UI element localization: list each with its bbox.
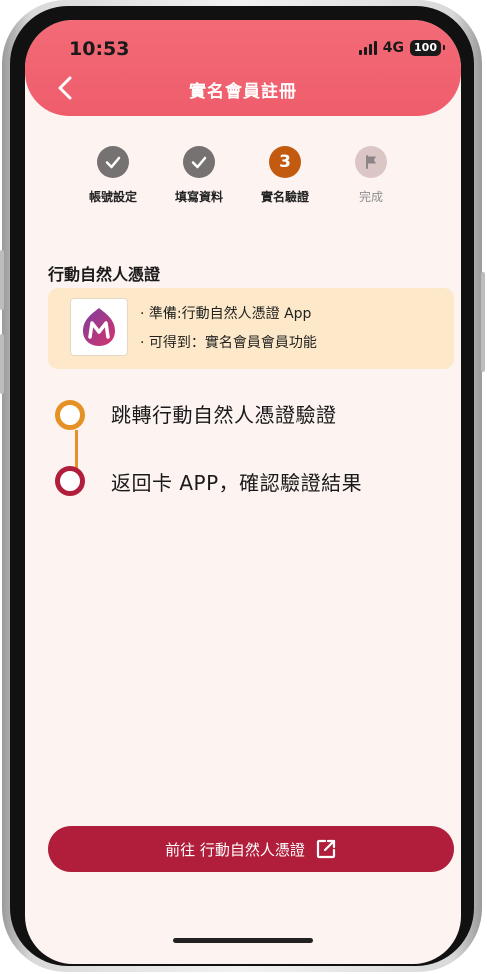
volume-down-button xyxy=(0,334,4,394)
step-label: 填寫資料 xyxy=(174,190,223,204)
app-header: 10:53 4G 100 實名會員註冊 xyxy=(25,20,461,116)
step-verification: 3 實名驗證 xyxy=(242,146,328,205)
step-account-setup: 帳號設定 xyxy=(70,146,156,205)
flow-step-text-1: 跳轉行動自然人憑證驗證 xyxy=(111,403,337,427)
status-indicators: 4G 100 xyxy=(358,40,445,56)
step-done-circle xyxy=(97,146,129,178)
go-to-moica-button[interactable]: 前往 行動自然人憑證 xyxy=(48,826,454,872)
page-title: 實名會員註冊 xyxy=(189,82,297,102)
step-label: 實名驗證 xyxy=(260,190,309,204)
requirement-line: · 準備:行動自然人憑證 App xyxy=(140,306,312,322)
flow-step-dot-2 xyxy=(55,466,85,496)
home-indicator xyxy=(173,938,313,943)
section-title: 行動自然人憑證 xyxy=(48,265,161,284)
power-button xyxy=(481,272,485,372)
step-fill-info: 填寫資料 xyxy=(156,146,242,205)
battery-icon: 100 xyxy=(410,40,445,56)
step-complete: 完成 xyxy=(328,146,414,205)
flow-step-text-2: 返回卡 APP，確認驗證結果 xyxy=(111,471,363,495)
step-todo-circle xyxy=(355,146,387,178)
check-icon xyxy=(105,156,121,169)
moica-app-logo-icon xyxy=(70,298,128,356)
step-current-circle: 3 xyxy=(269,146,301,178)
cta-label: 前往 行動自然人憑證 xyxy=(165,840,305,859)
step-done-circle xyxy=(183,146,215,178)
requirements-card: · 準備:行動自然人憑證 App · 可得到：實名會員會員功能 xyxy=(48,288,454,369)
check-icon xyxy=(191,156,207,169)
status-time: 10:53 xyxy=(69,38,130,60)
progress-stepper: 帳號設定 填寫資料 3 實名驗證 完成 xyxy=(75,146,425,216)
flow-step-dot-1 xyxy=(55,400,85,430)
step-label: 完成 xyxy=(358,190,383,204)
flag-icon xyxy=(366,155,376,169)
external-link-icon xyxy=(316,839,335,859)
network-type: 4G xyxy=(382,40,405,56)
step-label: 帳號設定 xyxy=(88,190,137,204)
signal-icon xyxy=(358,41,377,55)
volume-up-button xyxy=(0,250,4,310)
app-screen: 10:53 4G 100 實名會員註冊 帳號設定 填寫資料 3 實名驗證 完成 … xyxy=(25,20,461,964)
benefit-line: · 可得到：實名會員會員功能 xyxy=(140,335,317,351)
